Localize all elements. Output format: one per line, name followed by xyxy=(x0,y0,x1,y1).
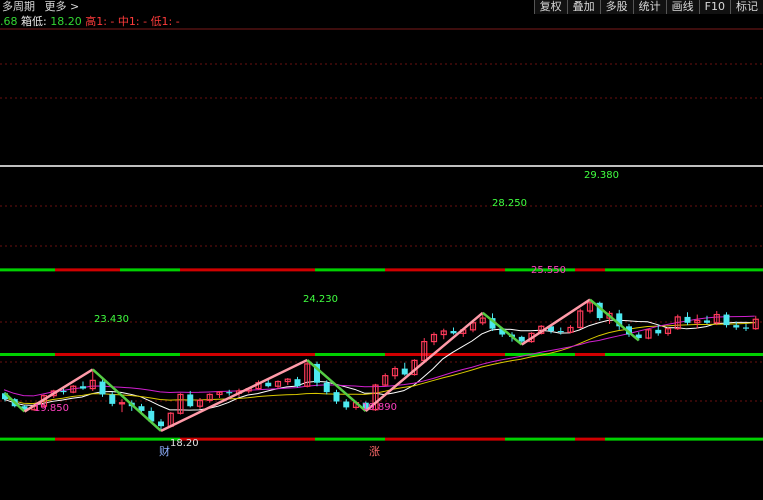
candle-body xyxy=(333,392,340,402)
candle-body xyxy=(743,327,749,329)
annotation-high-1: 23.430 xyxy=(94,314,129,325)
candle-body xyxy=(518,336,525,342)
candlestick-chart[interactable]: 19.850 23.430 18.20 24.230 19.890 28.250… xyxy=(0,0,763,500)
annotation-high-3: 28.250 xyxy=(492,198,527,209)
grid xyxy=(0,63,763,402)
candle-body xyxy=(187,394,194,407)
candle-body xyxy=(655,329,662,334)
zigzag-segment xyxy=(91,368,162,432)
annotation-low-3: 19.890 xyxy=(362,402,397,413)
candle-body xyxy=(99,381,106,395)
candle-body xyxy=(723,314,730,326)
annotation-low-2: 18.20 xyxy=(170,438,199,449)
zigzag-segment xyxy=(481,311,523,346)
candle-body xyxy=(733,325,740,328)
candle-body xyxy=(60,390,67,393)
candle-body xyxy=(684,316,691,323)
candle-body xyxy=(118,402,126,405)
candle-body xyxy=(323,382,330,393)
candle-body xyxy=(343,401,350,408)
candle-body xyxy=(450,331,457,334)
annotation-low-1: 19.850 xyxy=(34,403,69,414)
event-marker-cai[interactable]: 财 xyxy=(159,444,170,458)
candle-body xyxy=(294,379,301,387)
candle-body xyxy=(557,331,564,333)
zigzag-segment xyxy=(589,298,640,342)
candle-body xyxy=(226,392,233,394)
annotation-high-4: 29.380 xyxy=(584,170,619,181)
ma-magenta-line xyxy=(3,315,755,397)
moving-averages xyxy=(3,315,755,411)
candle-body xyxy=(80,386,86,389)
event-marker-zhang[interactable]: 涨 xyxy=(369,445,380,458)
candle-body xyxy=(704,320,710,323)
candle-body xyxy=(158,421,164,427)
candle-body xyxy=(265,382,272,387)
candle-body xyxy=(109,394,116,404)
level-lines xyxy=(0,268,763,441)
annotation-high-2: 24.230 xyxy=(303,294,338,305)
ma-white-line xyxy=(3,319,755,411)
candle-body xyxy=(401,368,408,375)
annotation-low-4: 25.550 xyxy=(531,265,566,276)
